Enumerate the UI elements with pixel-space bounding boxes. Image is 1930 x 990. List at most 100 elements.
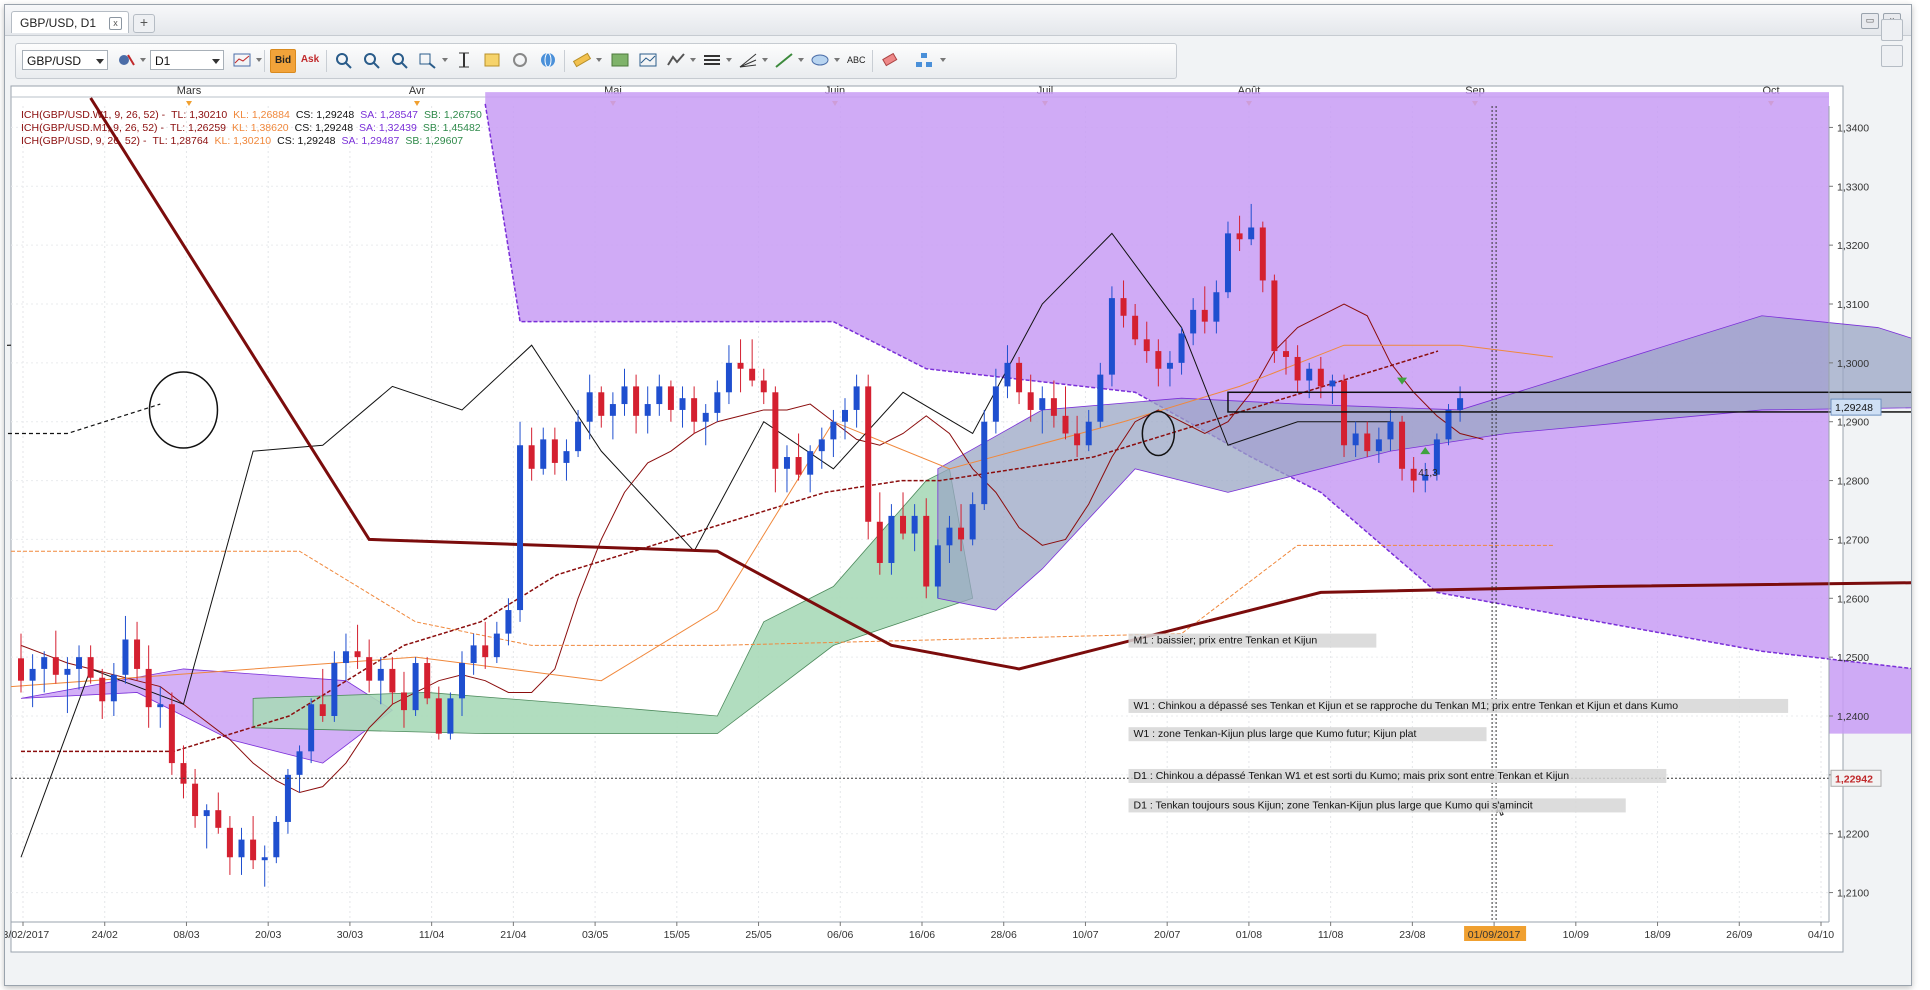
candle-body	[1166, 362, 1173, 369]
globe-icon[interactable]	[536, 49, 560, 71]
note-text[interactable]: D1 : Chinkou a dépassé Tenkan W1 et est …	[1134, 770, 1570, 782]
candle-body	[818, 439, 825, 452]
y-tick-label: 1,3300	[1837, 181, 1869, 193]
objects-tree-icon[interactable]	[912, 49, 936, 71]
candle-body	[1224, 233, 1231, 293]
dropdown-arrow-icon[interactable]	[442, 58, 448, 62]
dropdown-arrow-icon[interactable]	[834, 58, 840, 62]
candle-body	[725, 362, 732, 393]
ruler-icon[interactable]	[570, 49, 594, 71]
x-tick-label: 25/05	[745, 929, 771, 941]
legend-value: KL: 1,38620	[232, 122, 289, 134]
candle-body	[284, 774, 291, 822]
candle-body	[1132, 315, 1139, 340]
zoom-in-icon[interactable]	[332, 49, 356, 71]
symbol-select[interactable]: GBP/USD	[22, 50, 108, 70]
candle-body	[1143, 339, 1150, 352]
price-chart[interactable]: Mars Avr Mai Juin Juil Août Sep Oct 41,3 ICH(GB…	[5, 80, 1911, 985]
indicators-icon[interactable]	[664, 49, 688, 71]
ask-button[interactable]: Ask	[298, 49, 322, 71]
refresh-icon[interactable]	[508, 49, 532, 71]
marker-value-label: 41,3	[1418, 468, 1438, 479]
candle-body	[1410, 468, 1417, 481]
dropdown-arrow-icon[interactable]	[690, 58, 696, 62]
candle-body	[99, 677, 106, 702]
ellipse-tool-icon[interactable]	[808, 49, 832, 71]
candle-body	[540, 439, 547, 469]
svg-text:ABC: ABC	[847, 55, 866, 65]
candle-body	[841, 409, 848, 422]
candle-body	[1004, 362, 1011, 387]
candle-body	[934, 545, 941, 587]
x-tick-label: 04/10	[1808, 929, 1834, 941]
month-label: Mars	[177, 85, 202, 97]
candle-body	[783, 457, 790, 469]
screenshot-icon[interactable]	[608, 49, 632, 71]
properties-icon[interactable]	[480, 49, 504, 71]
fan-tool-icon[interactable]	[736, 49, 760, 71]
dropdown-arrow-icon[interactable]	[596, 58, 602, 62]
x-tick-label: 23/08	[1399, 929, 1425, 941]
bid-button[interactable]: Bid	[270, 49, 296, 73]
note-text[interactable]: W1 : Chinkou a dépassé ses Tenkan et Kij…	[1134, 700, 1679, 712]
candle-body	[41, 657, 48, 669]
candle-body	[1050, 398, 1057, 416]
note-text[interactable]: M1 : baissier; prix entre Tenkan et Kiju…	[1134, 635, 1318, 647]
candle-body	[261, 857, 268, 861]
vertical-line-icon[interactable]	[452, 49, 476, 71]
dropdown-arrow-icon[interactable]	[140, 58, 146, 62]
trendline-icon[interactable]	[772, 49, 796, 71]
zoom-select-icon[interactable]	[416, 49, 440, 71]
dropdown-arrow-icon[interactable]	[940, 58, 946, 62]
chart-type-icon[interactable]	[230, 49, 254, 71]
y-tick-label: 1,2200	[1837, 829, 1869, 841]
candle-body	[1259, 227, 1266, 281]
note-text[interactable]: D1 : Tenkan toujours sous Kijun; zone Te…	[1134, 799, 1533, 811]
dropdown-arrow-icon[interactable]	[798, 58, 804, 62]
toolbar-separator	[326, 50, 327, 72]
indicator-remove-icon[interactable]	[114, 49, 138, 71]
y-tick-label: 1,2700	[1837, 534, 1869, 546]
legend-value: SA: 1,29487	[342, 135, 400, 147]
restore-window-button[interactable]: ▭	[1861, 13, 1879, 29]
dropdown-arrow-icon[interactable]	[762, 58, 768, 62]
candle-body	[110, 674, 117, 702]
candle-body	[749, 368, 756, 381]
timeframe-value: D1	[155, 54, 171, 68]
candle-body	[1062, 415, 1069, 434]
tab-gbpusd-d1[interactable]: GBP/USD, D1 x	[11, 11, 129, 33]
close-tab-icon[interactable]: x	[109, 17, 122, 30]
note-text[interactable]: W1 : zone Tenkan-Kijun plus large que Ku…	[1134, 728, 1417, 740]
candle-body	[1364, 433, 1371, 452]
lines-menu-icon[interactable]	[700, 49, 724, 71]
eraser-icon[interactable]	[878, 49, 902, 71]
zoom-fit-icon[interactable]	[388, 49, 412, 71]
dropdown-arrow-icon[interactable]	[256, 58, 262, 62]
expand-panel-icon[interactable]	[1881, 45, 1903, 67]
legend-row: ICH(GBP/USD.W1, 9, 26, 52) - TL: 1,30210 K…	[21, 109, 482, 121]
x-tick-label: 26/09	[1726, 929, 1752, 941]
candle-body	[1445, 409, 1452, 440]
candle-body	[795, 457, 802, 475]
legend-value: SA: 1,28547	[360, 109, 418, 121]
candle-body	[946, 527, 953, 546]
zoom-out-icon[interactable]	[360, 49, 384, 71]
candle-body	[1108, 298, 1115, 375]
candle-body	[1016, 362, 1023, 393]
x-tick-label: 10/07	[1072, 929, 1098, 941]
timeframe-select[interactable]: D1	[150, 50, 224, 70]
dropdown-arrow-icon[interactable]	[726, 58, 732, 62]
candle-body	[447, 698, 454, 734]
candle-body	[830, 421, 837, 440]
add-tab-button[interactable]: +	[133, 14, 155, 33]
legend-value: CS: 1,29248	[296, 109, 355, 121]
text-tool-icon[interactable]: ABC	[844, 49, 868, 71]
y-tick-label: 1,2600	[1837, 593, 1869, 605]
restore-panel-icon[interactable]	[1881, 19, 1903, 41]
chart-template-icon[interactable]	[636, 49, 660, 71]
candle-body	[122, 639, 129, 675]
x-tick-label: 03/05	[582, 929, 608, 941]
legend-value: KL: 1,26884	[233, 109, 290, 121]
x-tick-label: 06/06	[827, 929, 853, 941]
crosshair-price-label: 1,22942	[1835, 773, 1873, 785]
